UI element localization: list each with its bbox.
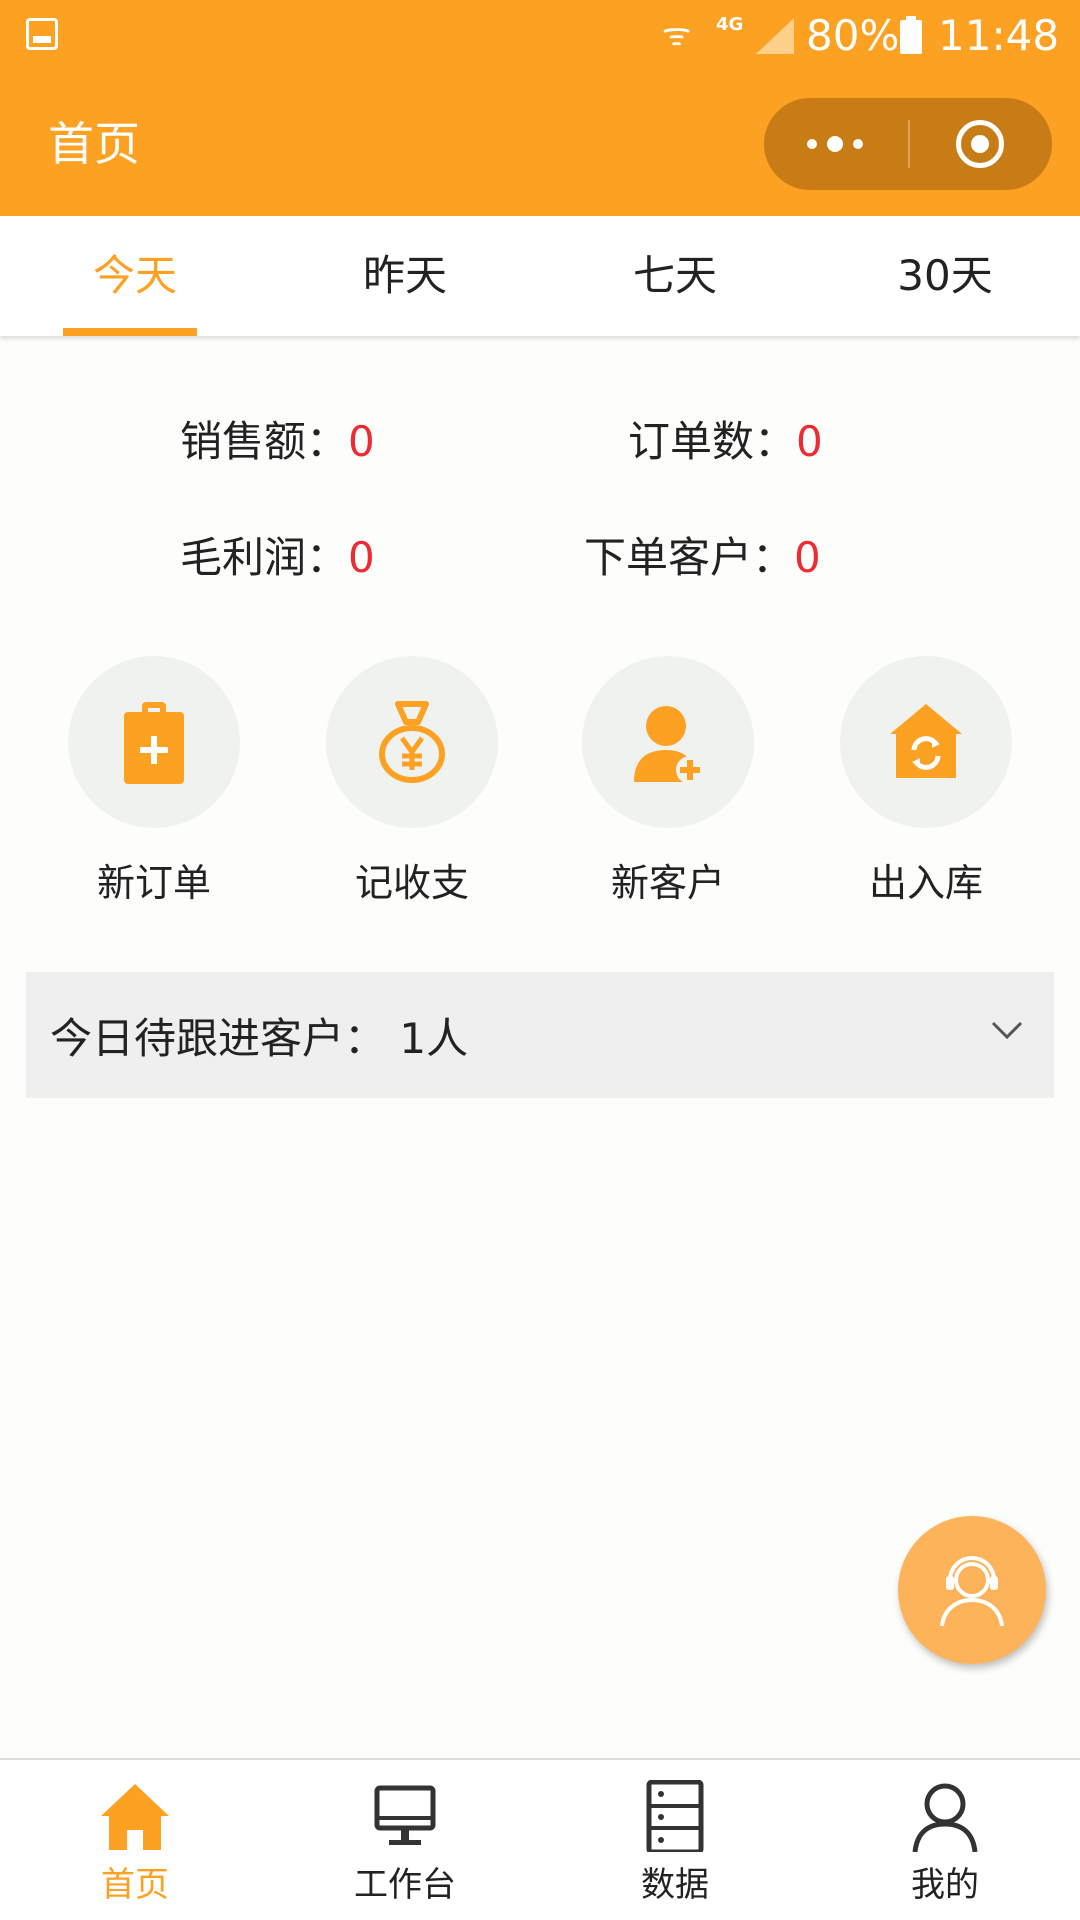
- stat-label: 下单客户：: [584, 533, 795, 582]
- page-title: 首页: [48, 117, 140, 171]
- clipboard-plus-icon: [124, 702, 184, 784]
- mini-program-capsule: [764, 98, 1052, 190]
- stat-label: 销售额：: [180, 417, 349, 466]
- capsule-divider: [908, 120, 910, 168]
- chevron-down-icon: [991, 1021, 1023, 1040]
- person-icon: [912, 1783, 978, 1852]
- tab-today[interactable]: 今天: [0, 216, 270, 336]
- status-time: 11:48: [938, 11, 1060, 60]
- stat-label: 订单数：: [628, 417, 797, 466]
- dot-icon: [807, 139, 817, 149]
- warehouse-sync-icon: [890, 704, 962, 778]
- headset-agent-icon: [940, 1556, 1004, 1627]
- followup-text: 今日待跟进客户： 1人: [50, 1013, 469, 1063]
- date-tabs: 今天 昨天 七天 30天: [0, 216, 1080, 336]
- tab-label: 今天: [92, 251, 177, 300]
- tabbar-data[interactable]: 数据: [540, 1760, 810, 1920]
- tabbar-label: 我的: [911, 1865, 979, 1905]
- action-circle: [326, 656, 498, 828]
- server-icon: [646, 1780, 704, 1852]
- image-notification-icon: [26, 18, 58, 50]
- action-inventory[interactable]: 出入库: [840, 656, 1012, 908]
- wifi-icon: ᯤ: [662, 15, 692, 53]
- action-record-income[interactable]: 记收支: [326, 656, 498, 908]
- action-new-customer[interactable]: 新客户: [582, 656, 754, 908]
- screen: ᯤ 4G 80% 11:48 首页 今天 昨天 七天 30天 销售额：0 订单数…: [0, 0, 1080, 1920]
- desktop-icon: [374, 1785, 436, 1845]
- action-label: 出入库: [868, 861, 983, 905]
- customer-service-button[interactable]: [898, 1516, 1046, 1664]
- stat-customers: 下单客户：0: [584, 530, 821, 586]
- stat-value: 0: [348, 533, 375, 582]
- tab-label: 昨天: [362, 251, 447, 300]
- action-new-order[interactable]: 新订单: [68, 656, 240, 908]
- top-bar: ᯤ 4G 80% 11:48 首页: [0, 0, 1080, 216]
- tab-yesterday[interactable]: 昨天: [270, 216, 540, 336]
- stat-profit: 毛利润：0: [180, 530, 375, 586]
- tab-label: 30天: [897, 251, 993, 300]
- action-circle: [68, 656, 240, 828]
- tabbar-workbench[interactable]: 工作台: [270, 1760, 540, 1920]
- tab-thirty-days[interactable]: 30天: [810, 216, 1080, 336]
- action-label: 记收支: [354, 861, 469, 905]
- tabbar-label: 首页: [101, 1865, 169, 1905]
- action-label: 新订单: [96, 861, 211, 905]
- stat-value: 0: [796, 417, 823, 466]
- action-circle: [582, 656, 754, 828]
- stat-value: 0: [348, 417, 375, 466]
- stat-orders: 订单数：0: [628, 414, 823, 470]
- tabbar-label: 数据: [641, 1865, 709, 1905]
- battery-icon: [900, 16, 922, 54]
- bottom-tab-bar: 首页 工作台 数据 我的: [0, 1758, 1080, 1920]
- status-bar: ᯤ 4G 80% 11:48: [0, 0, 1080, 72]
- more-button[interactable]: [764, 98, 906, 190]
- followup-customers-bar[interactable]: 今日待跟进客户： 1人: [26, 972, 1054, 1098]
- tab-seven-days[interactable]: 七天: [540, 216, 810, 336]
- action-label: 新客户: [610, 861, 725, 905]
- dot-icon: [827, 136, 843, 152]
- home-icon: [101, 1784, 169, 1850]
- tab-label: 七天: [632, 251, 717, 300]
- stat-label: 毛利润：: [180, 533, 349, 582]
- user-plus-icon: [634, 706, 704, 784]
- tab-underline: [63, 328, 197, 336]
- action-circle: [840, 656, 1012, 828]
- stat-sales: 销售额：0: [180, 414, 375, 470]
- close-target-icon[interactable]: [956, 120, 1004, 168]
- tabbar-mine[interactable]: 我的: [810, 1760, 1080, 1920]
- dot-icon: [853, 139, 863, 149]
- battery-percent: 80%: [806, 11, 900, 60]
- money-bag-icon: [379, 701, 445, 783]
- stat-value: 0: [794, 533, 821, 582]
- tabbar-label: 工作台: [354, 1865, 456, 1905]
- network-type: 4G: [716, 14, 744, 35]
- tabbar-home[interactable]: 首页: [0, 1760, 270, 1920]
- signal-icon: [756, 18, 794, 54]
